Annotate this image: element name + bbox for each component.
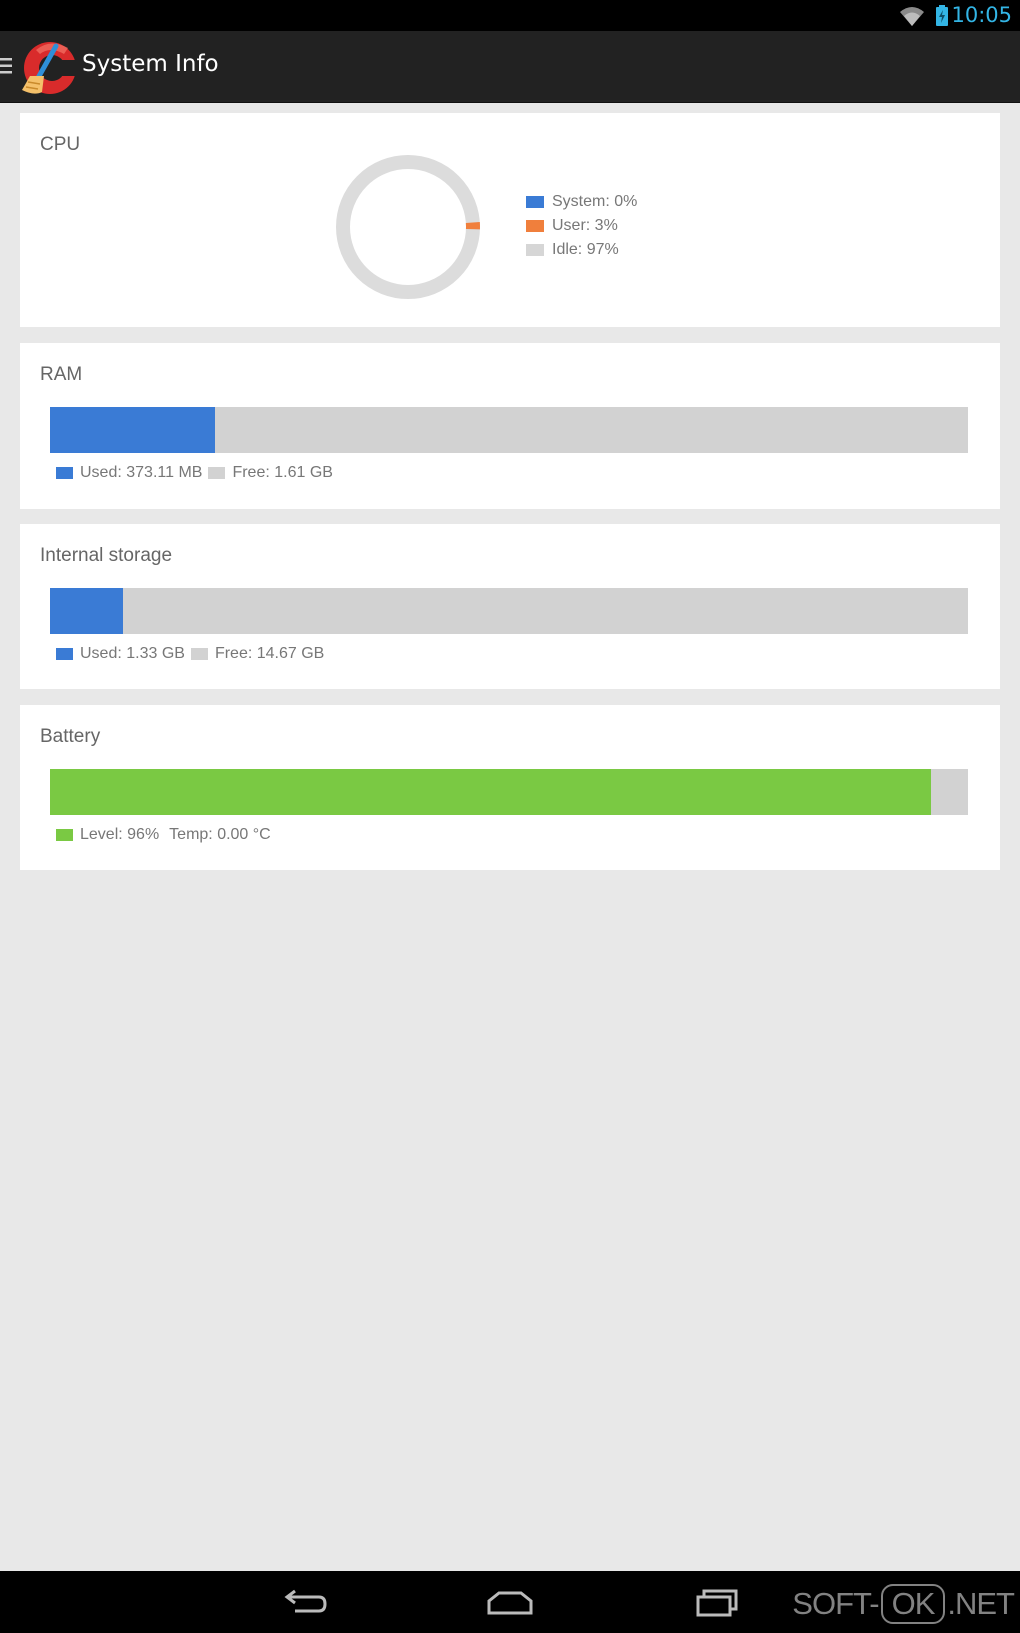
cpu-legend-user: User: 3% xyxy=(526,214,637,238)
cpu-legend-system: System: 0% xyxy=(526,190,637,214)
battery-icon xyxy=(936,5,948,26)
battery-level-fill xyxy=(50,769,932,815)
ram-usage-bar xyxy=(50,407,968,453)
ram-legend: Used: 373.11 MB Free: 1.61 GB xyxy=(56,464,333,482)
storage-used-fill xyxy=(50,588,124,634)
cpu-usage-donut xyxy=(336,155,480,299)
battery-level-label: Level: 96% xyxy=(80,826,160,843)
ram-used-fill xyxy=(50,407,216,453)
watermark-prefix: SOFT- xyxy=(792,1586,879,1621)
battery-legend: Level: 96% Temp: 0.00 °C xyxy=(56,826,271,844)
ram-free-label: Free: 1.61 GB xyxy=(232,464,333,481)
back-icon[interactable] xyxy=(279,1587,329,1619)
watermark-suffix: .NET xyxy=(947,1586,1015,1621)
legend-swatch xyxy=(56,648,73,660)
storage-used-label: Used: 1.33 GB xyxy=(80,645,185,662)
ram-title: RAM xyxy=(40,364,83,385)
battery-title: Battery xyxy=(40,726,101,747)
legend-swatch xyxy=(208,467,226,479)
storage-usage-bar xyxy=(50,588,968,634)
cpu-legend-idle: Idle: 97% xyxy=(526,238,637,262)
watermark-box: OK xyxy=(880,1584,946,1624)
home-icon[interactable] xyxy=(485,1587,535,1619)
cpu-title: CPU xyxy=(40,134,81,155)
ram-card: RAM Used: 373.11 MB Free: 1.61 GB xyxy=(20,343,1000,509)
storage-free-label: Free: 14.67 GB xyxy=(214,645,325,662)
storage-legend: Used: 1.33 GB Free: 14.67 GB xyxy=(56,645,324,663)
menu-icon[interactable] xyxy=(0,57,12,75)
cpu-card: CPU System: 0% User: 3% Idle: 97% xyxy=(20,113,1000,327)
storage-title: Internal storage xyxy=(40,545,173,566)
watermark: SOFT- OK .NET xyxy=(792,1584,1015,1624)
ccleaner-logo-icon[interactable] xyxy=(16,38,80,98)
legend-swatch xyxy=(526,196,544,208)
app-bar: System Info xyxy=(0,31,1020,103)
storage-card: Internal storage Used: 1.33 GB Free: 14.… xyxy=(20,524,1000,689)
app-title: System Info xyxy=(82,51,219,77)
legend-swatch xyxy=(56,467,73,479)
legend-swatch xyxy=(526,220,544,232)
legend-swatch xyxy=(190,648,208,660)
status-time: 10:05 xyxy=(951,3,1012,27)
legend-label: System: 0% xyxy=(552,193,638,210)
battery-temp-label: Temp: 0.00 °C xyxy=(169,826,271,843)
legend-swatch xyxy=(526,244,544,256)
battery-level-bar xyxy=(50,769,968,815)
legend-label: Idle: 97% xyxy=(552,241,619,258)
legend-label: User: 3% xyxy=(552,217,618,234)
wifi-icon xyxy=(900,7,924,26)
battery-card: Battery Level: 96% Temp: 0.00 °C xyxy=(20,705,1000,870)
cpu-legend: System: 0% User: 3% Idle: 97% xyxy=(526,190,637,262)
status-bar: 10:05 xyxy=(0,0,1020,31)
recent-apps-icon[interactable] xyxy=(692,1587,742,1619)
ram-used-label: Used: 373.11 MB xyxy=(80,464,203,481)
legend-swatch xyxy=(56,829,73,841)
